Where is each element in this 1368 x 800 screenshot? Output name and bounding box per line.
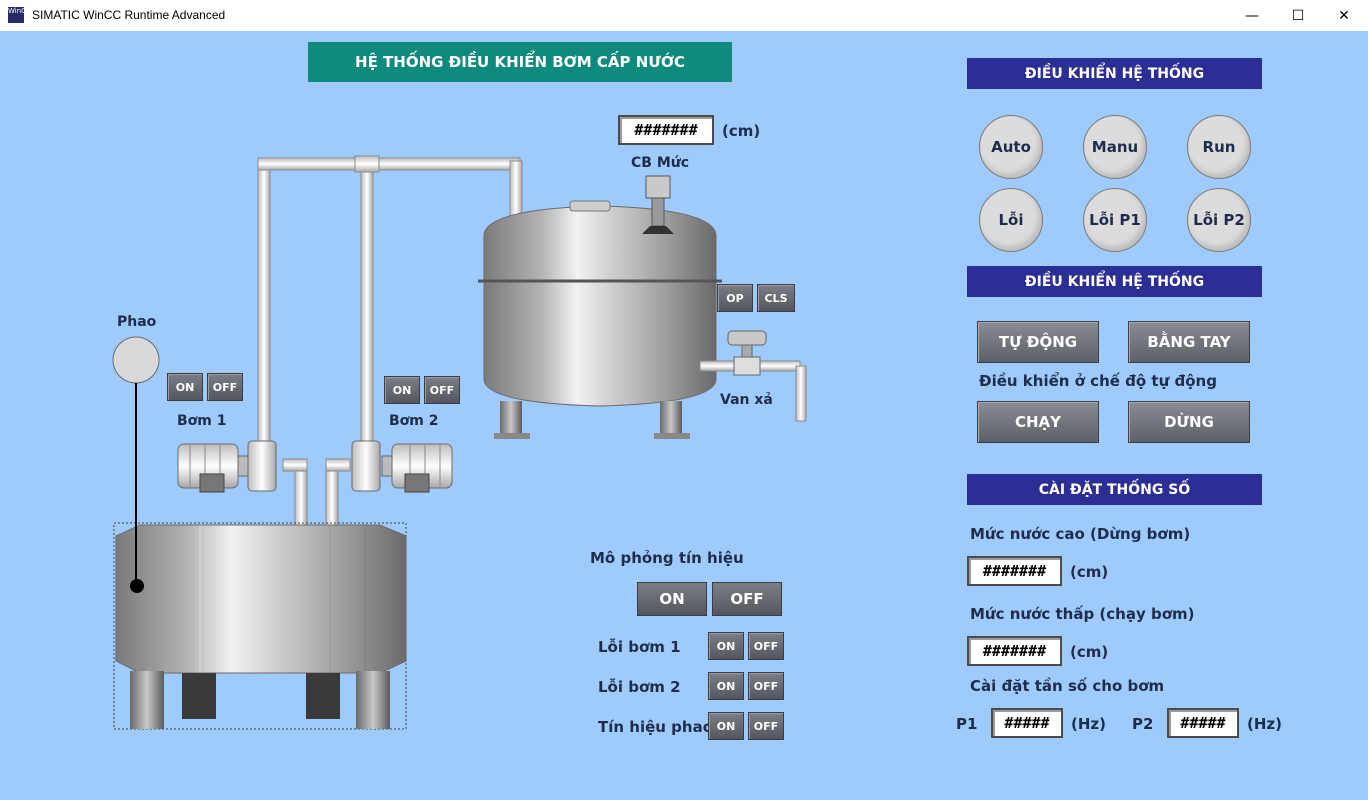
minimize-icon[interactable]: —: [1229, 0, 1275, 31]
float-signal-off-button[interactable]: OFF: [748, 712, 784, 740]
p2-label: P2: [1132, 715, 1154, 733]
run-button[interactable]: CHẠY: [977, 401, 1099, 443]
low-level-label: Mức nước thấp (chạy bơm): [970, 605, 1195, 623]
auto-mode-note: Điều khiển ở chế độ tự động: [979, 372, 1217, 390]
drain-valve-label: Van xả: [720, 392, 773, 408]
p1-frequency-input[interactable]: #####: [991, 708, 1063, 738]
lower-tank-graphic: [113, 522, 407, 730]
auto-indicator: Auto: [979, 115, 1043, 179]
pump-2-off-button[interactable]: OFF: [424, 376, 460, 404]
valve-open-button[interactable]: OP: [717, 284, 753, 312]
float-label: Phao: [117, 314, 157, 330]
valve-close-button[interactable]: CLS: [757, 284, 795, 312]
run-indicator: Run: [1187, 115, 1251, 179]
frequency-label: Cài đặt tần số cho bơm: [970, 677, 1165, 695]
pump-1-fault-indicator: Lỗi P1: [1083, 188, 1147, 252]
window-titlebar: WinCC SIMATIC WinCC Runtime Advanced — ☐…: [0, 0, 1368, 32]
p2-frequency-input[interactable]: #####: [1167, 708, 1239, 738]
pump-2-label: Bơm 2: [389, 413, 439, 429]
pump-1-on-button[interactable]: ON: [167, 373, 203, 401]
high-level-label: Mức nước cao (Dừng bơm): [970, 525, 1191, 543]
pump-2-fault-indicator: Lỗi P2: [1187, 188, 1251, 252]
pump-1-fault-label: Lỗi bơm 1: [598, 638, 681, 656]
manual-mode-button[interactable]: BẰNG TAY: [1128, 321, 1250, 363]
level-sensor-label: CB Mức: [631, 155, 690, 171]
pump-1-graphic: [177, 440, 277, 493]
pump-1-fault-off-button[interactable]: OFF: [748, 632, 784, 660]
high-level-unit: (cm): [1070, 563, 1109, 581]
pump-2-graphic: [351, 440, 453, 493]
pump-1-off-button[interactable]: OFF: [207, 373, 243, 401]
wincc-app-icon: WinCC: [8, 7, 31, 23]
window-title: SIMATIC WinCC Runtime Advanced: [32, 8, 226, 22]
pump-1-label: Bơm 1: [177, 413, 227, 429]
level-sensor-unit: (cm): [722, 122, 761, 140]
float-signal-on-button[interactable]: ON: [708, 712, 744, 740]
maximize-icon[interactable]: ☐: [1275, 0, 1321, 31]
upper-tank-graphic: [478, 175, 722, 439]
pump-2-fault-label: Lỗi bơm 2: [598, 678, 681, 696]
settings-panel-header: CÀI ĐẶT THỐNG SỐ: [967, 474, 1262, 505]
simulation-title: Mô phỏng tín hiệu: [590, 549, 744, 567]
hmi-screen: HỆ THỐNG ĐIỀU KHIỂN BƠM CẤP NƯỚC #######…: [0, 31, 1368, 800]
low-level-input[interactable]: #######: [967, 636, 1062, 666]
float-signal-label: Tín hiệu phao: [598, 718, 714, 736]
simulation-off-button[interactable]: OFF: [712, 582, 782, 616]
pump-2-on-button[interactable]: ON: [384, 376, 420, 404]
low-level-unit: (cm): [1070, 643, 1109, 661]
simulation-on-button[interactable]: ON: [637, 582, 707, 616]
auto-mode-button[interactable]: TỰ ĐỘNG: [977, 321, 1099, 363]
p2-unit: (Hz): [1247, 715, 1282, 733]
high-level-input[interactable]: #######: [967, 556, 1062, 586]
status-panel-header: ĐIỀU KHIỂN HỆ THỐNG: [967, 58, 1262, 89]
fault-indicator: Lỗi: [979, 188, 1043, 252]
p1-unit: (Hz): [1071, 715, 1106, 733]
control-panel-header: ĐIỀU KHIỂN HỆ THỐNG: [967, 266, 1262, 297]
manual-indicator: Manu: [1083, 115, 1147, 179]
stop-button[interactable]: DỪNG: [1128, 401, 1250, 443]
level-sensor-display: #######: [618, 115, 714, 145]
p1-label: P1: [956, 715, 978, 733]
pump-2-fault-off-button[interactable]: OFF: [748, 672, 784, 700]
pump-2-fault-on-button[interactable]: ON: [708, 672, 744, 700]
close-icon[interactable]: ✕: [1321, 0, 1367, 31]
pump-1-fault-on-button[interactable]: ON: [708, 632, 744, 660]
page-title: HỆ THỐNG ĐIỀU KHIỂN BƠM CẤP NƯỚC: [308, 42, 732, 82]
